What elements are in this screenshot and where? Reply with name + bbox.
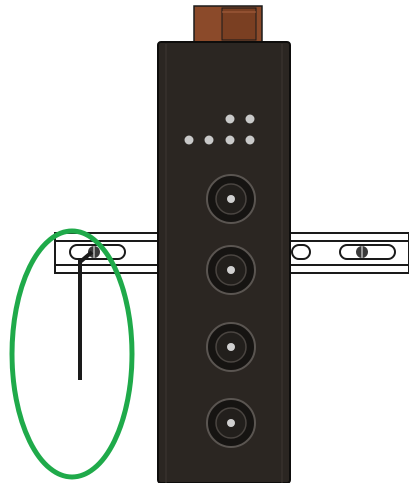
led-2 <box>245 114 255 124</box>
led-5 <box>225 135 235 145</box>
terminal-block <box>193 5 263 43</box>
led-4 <box>204 135 214 145</box>
connector-3 <box>206 322 256 372</box>
led-6 <box>245 135 255 145</box>
led-3 <box>184 135 194 145</box>
connector-1 <box>206 174 256 224</box>
rail-screw-right <box>356 246 368 258</box>
connector-4 <box>206 398 256 448</box>
led-1 <box>225 114 235 124</box>
connector-2 <box>206 245 256 295</box>
rail-slot-right <box>291 244 311 260</box>
din-rail-illustration <box>9 5 409 483</box>
